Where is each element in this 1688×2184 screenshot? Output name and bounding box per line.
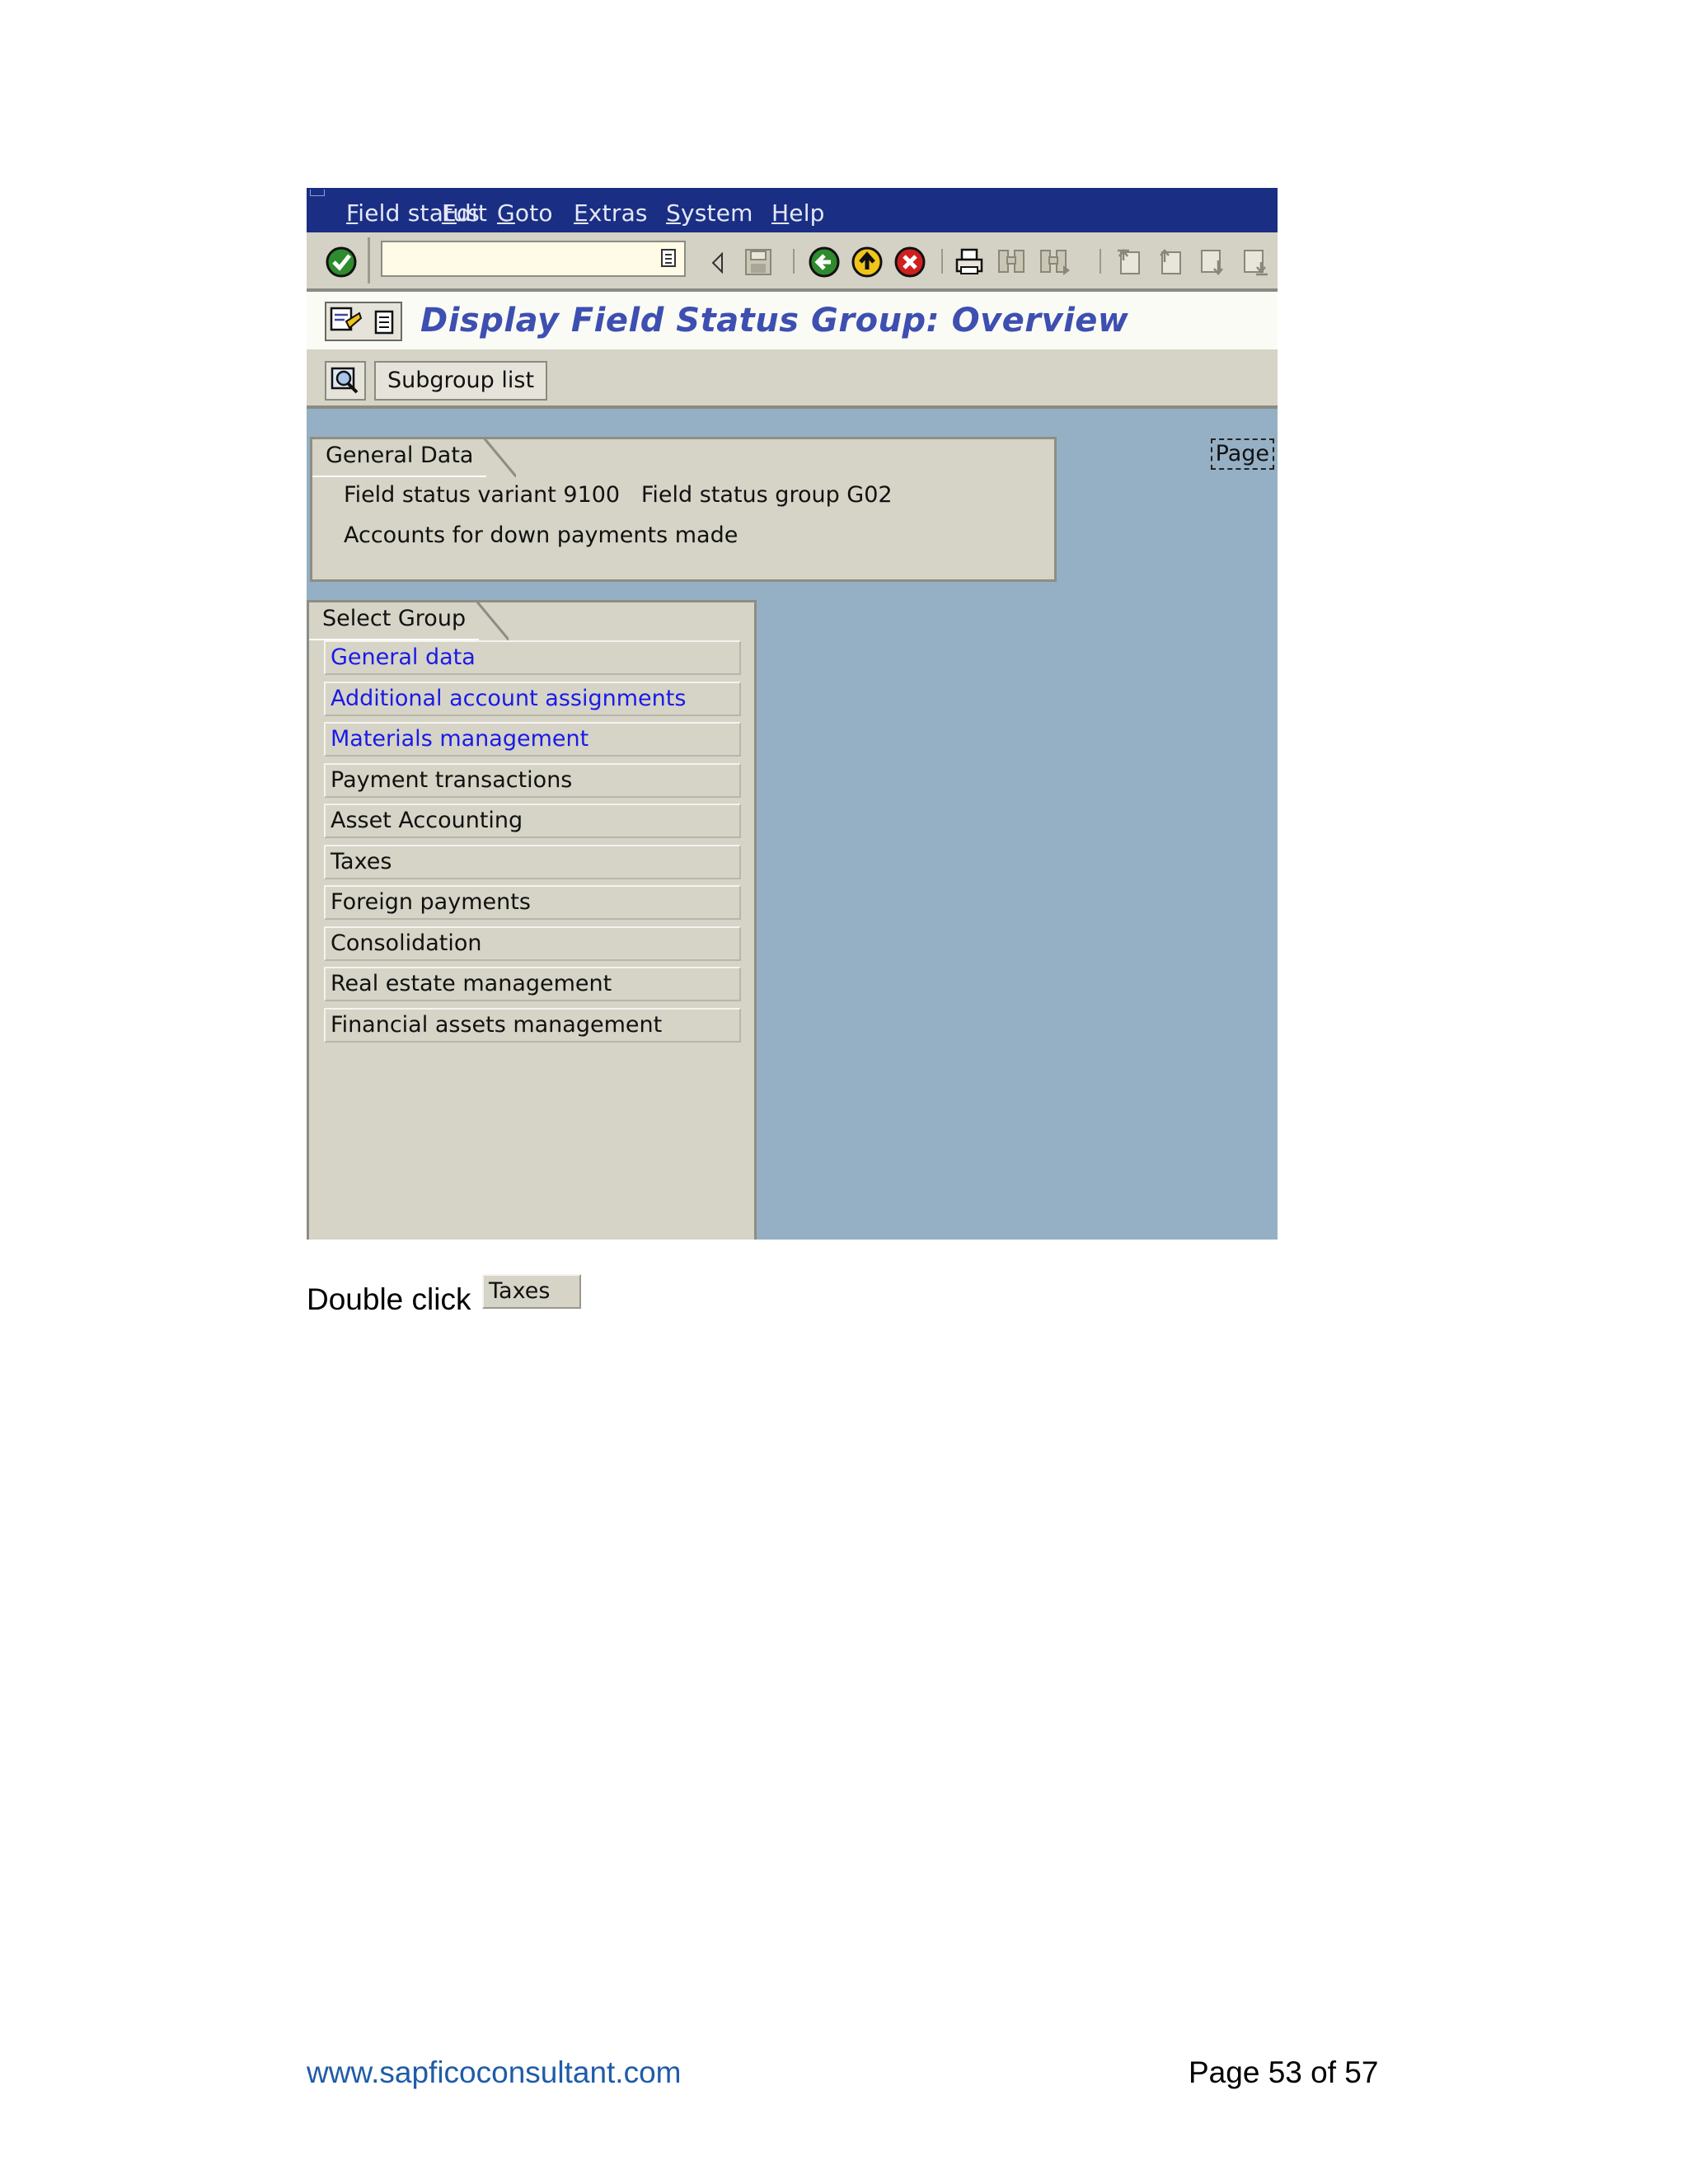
exit-icon[interactable] bbox=[851, 246, 884, 279]
taxes-button-image: Taxes bbox=[482, 1274, 581, 1309]
collapse-arrow-icon[interactable] bbox=[709, 251, 727, 275]
find-icon[interactable] bbox=[996, 247, 1027, 277]
field-status-info: Field status variant 9100 Field status g… bbox=[344, 482, 893, 508]
group-item-general-data[interactable]: General data bbox=[324, 640, 741, 675]
standard-toolbar bbox=[307, 232, 1278, 292]
command-field[interactable] bbox=[381, 241, 686, 277]
enter-check-icon[interactable] bbox=[325, 246, 358, 279]
toolbar-separator bbox=[793, 249, 795, 274]
back-icon[interactable] bbox=[808, 246, 841, 279]
footer-page-number: Page 53 of 57 bbox=[1189, 2055, 1379, 2089]
cancel-icon[interactable] bbox=[893, 246, 926, 279]
save-icon[interactable] bbox=[743, 247, 773, 277]
menu-help[interactable]: Help bbox=[771, 199, 825, 227]
next-page-icon[interactable] bbox=[1198, 247, 1228, 277]
detail-view-button[interactable] bbox=[325, 361, 366, 401]
first-page-icon[interactable] bbox=[1114, 247, 1144, 277]
display-change-button[interactable] bbox=[325, 302, 402, 341]
magnifier-icon bbox=[331, 367, 359, 394]
toolbar-separator bbox=[941, 249, 943, 274]
display-change-icon bbox=[330, 307, 363, 331]
group-item-real-estate-management[interactable]: Real estate management bbox=[324, 967, 741, 1001]
menu-system[interactable]: System bbox=[666, 199, 753, 227]
group-item-foreign-payments[interactable]: Foreign payments bbox=[324, 885, 741, 920]
find-next-icon[interactable] bbox=[1039, 247, 1071, 277]
instruction-text: Double click bbox=[307, 1282, 471, 1316]
application-toolbar: Subgroup list bbox=[307, 351, 1278, 409]
command-input[interactable] bbox=[382, 242, 633, 274]
menu-bar: Field status Edit Goto Extras System Hel… bbox=[307, 188, 1278, 232]
toolbar-separator bbox=[368, 237, 370, 284]
group-item-materials-management[interactable]: Materials management bbox=[324, 722, 741, 757]
previous-page-icon[interactable] bbox=[1156, 247, 1185, 277]
footer-website-link[interactable]: www.sapficoconsultant.com bbox=[307, 2055, 681, 2090]
toolbar-separator bbox=[1100, 249, 1101, 274]
group-item-payment-transactions[interactable]: Payment transactions bbox=[324, 762, 741, 798]
page-title: Display Field Status Group: Overview bbox=[420, 302, 1129, 340]
system-menu-icon[interactable] bbox=[310, 190, 325, 196]
title-bar: Display Field Status Group: Overview bbox=[307, 292, 1278, 351]
page-button[interactable]: Page bbox=[1210, 438, 1274, 470]
general-data-tab: General Data bbox=[312, 438, 518, 477]
print-icon[interactable] bbox=[954, 247, 984, 277]
group-item-asset-accounting[interactable]: Asset Accounting bbox=[324, 804, 741, 838]
menu-extras[interactable]: Extras bbox=[574, 199, 648, 227]
menu-edit[interactable]: Edit bbox=[442, 199, 487, 227]
document-icon bbox=[374, 310, 394, 335]
group-item-consolidation[interactable]: Consolidation bbox=[324, 926, 741, 961]
subgroup-list-button[interactable]: Subgroup list bbox=[374, 361, 548, 401]
command-history-icon[interactable] bbox=[661, 249, 676, 267]
last-page-icon[interactable] bbox=[1241, 247, 1271, 277]
group-description: Accounts for down payments made bbox=[344, 523, 738, 548]
sap-window: Field status Edit Goto Extras System Hel… bbox=[307, 188, 1278, 1240]
group-item-financial-assets-management[interactable]: Financial assets management bbox=[324, 1007, 741, 1043]
group-item-additional-account-assignments[interactable]: Additional account assignments bbox=[324, 681, 741, 716]
group-list: General data Additional account assignme… bbox=[324, 640, 741, 1048]
group-item-taxes[interactable]: Taxes bbox=[324, 844, 741, 879]
select-group-box: Select Group General data Additional acc… bbox=[307, 600, 757, 1240]
select-group-tab: Select Group bbox=[309, 601, 509, 640]
menu-goto[interactable]: Goto bbox=[497, 199, 553, 227]
general-data-box: General Data Field status variant 9100 F… bbox=[310, 437, 1057, 582]
